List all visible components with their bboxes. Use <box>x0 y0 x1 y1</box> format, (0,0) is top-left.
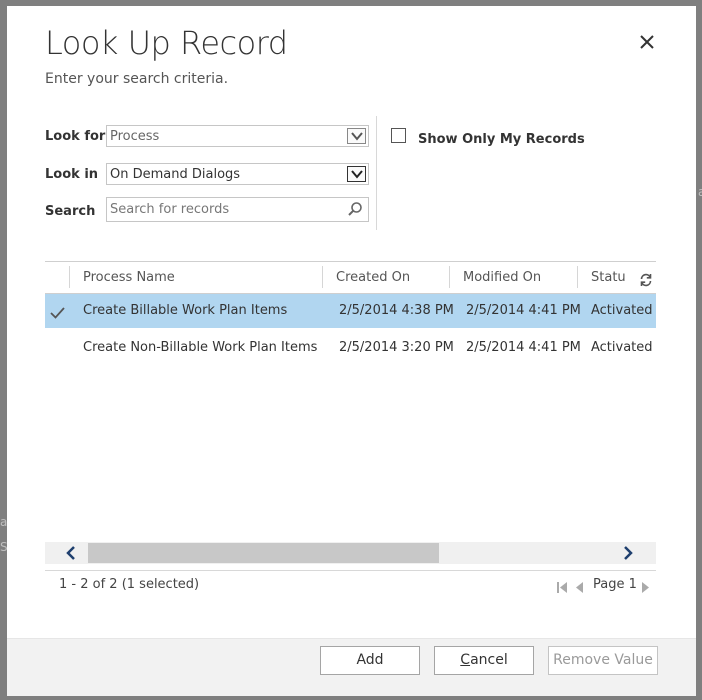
cancel-button[interactable]: Cancel <box>434 646 534 675</box>
remove-value-button[interactable]: Remove Value <box>548 646 658 675</box>
look-for-value: Process <box>110 129 160 144</box>
column-separator <box>69 266 70 288</box>
cell-status: Activated <box>591 340 653 355</box>
search-placeholder: Search for records <box>110 202 230 217</box>
column-separator <box>577 266 578 288</box>
close-icon[interactable] <box>635 30 659 54</box>
look-in-label: Look in <box>45 167 99 182</box>
lookup-dialog: Look Up Record Enter your search criteri… <box>7 6 696 696</box>
show-only-my-records-checkbox[interactable] <box>391 128 406 143</box>
grid-top-border <box>45 261 656 262</box>
refresh-icon[interactable] <box>639 272 653 291</box>
chevron-down-icon[interactable] <box>347 166 366 182</box>
table-row[interactable]: Create Non-Billable Work Plan Items 2/5/… <box>45 331 656 365</box>
form-divider <box>376 116 377 230</box>
column-header-process-name[interactable]: Process Name <box>83 270 175 285</box>
cell-created-on: 2/5/2014 4:38 PM <box>339 303 454 318</box>
checkmark-icon[interactable] <box>50 304 65 323</box>
page-label: Page 1 <box>593 577 637 592</box>
column-header-status[interactable]: Statu <box>591 270 626 285</box>
results-grid: Process Name Created On Modified On Stat… <box>45 261 656 593</box>
cell-created-on: 2/5/2014 3:20 PM <box>339 340 454 355</box>
next-page-icon[interactable] <box>641 578 650 597</box>
show-only-my-records-label: Show Only My Records <box>418 132 585 147</box>
search-label: Search <box>45 204 96 219</box>
column-separator <box>449 266 450 288</box>
look-in-select[interactable]: On Demand Dialogs <box>106 163 369 185</box>
look-for-select[interactable]: Process <box>106 125 369 147</box>
chevron-right-icon[interactable] <box>622 545 634 564</box>
column-header-modified-on[interactable]: Modified On <box>463 270 541 285</box>
cell-process-name[interactable]: Create Non-Billable Work Plan Items <box>83 340 317 355</box>
cell-modified-on: 2/5/2014 4:41 PM <box>466 303 581 318</box>
grid-footer-border <box>45 570 656 571</box>
record-count: 1 - 2 of 2 (1 selected) <box>59 577 200 592</box>
horizontal-scrollbar[interactable] <box>45 542 656 564</box>
previous-page-icon[interactable] <box>575 578 584 597</box>
column-header-created-on[interactable]: Created On <box>336 270 410 285</box>
search-input[interactable]: Search for records <box>106 197 369 222</box>
look-in-value: On Demand Dialogs <box>110 167 241 182</box>
table-row[interactable]: Create Billable Work Plan Items 2/5/2014… <box>45 294 656 328</box>
background-fragment: a <box>698 185 702 199</box>
column-separator <box>322 266 323 288</box>
dialog-subtitle: Enter your search criteria. <box>45 71 229 87</box>
dialog-title: Look Up Record <box>45 24 288 62</box>
cell-modified-on: 2/5/2014 4:41 PM <box>466 340 581 355</box>
cell-status: Activated <box>591 303 653 318</box>
scrollbar-thumb[interactable] <box>88 543 439 563</box>
search-icon[interactable] <box>347 201 363 221</box>
chevron-left-icon[interactable] <box>65 545 77 564</box>
first-page-icon[interactable] <box>557 578 568 597</box>
add-button[interactable]: Add <box>320 646 420 675</box>
look-for-label: Look for <box>45 129 106 144</box>
chevron-down-icon[interactable] <box>347 128 366 144</box>
cell-process-name[interactable]: Create Billable Work Plan Items <box>83 303 287 318</box>
